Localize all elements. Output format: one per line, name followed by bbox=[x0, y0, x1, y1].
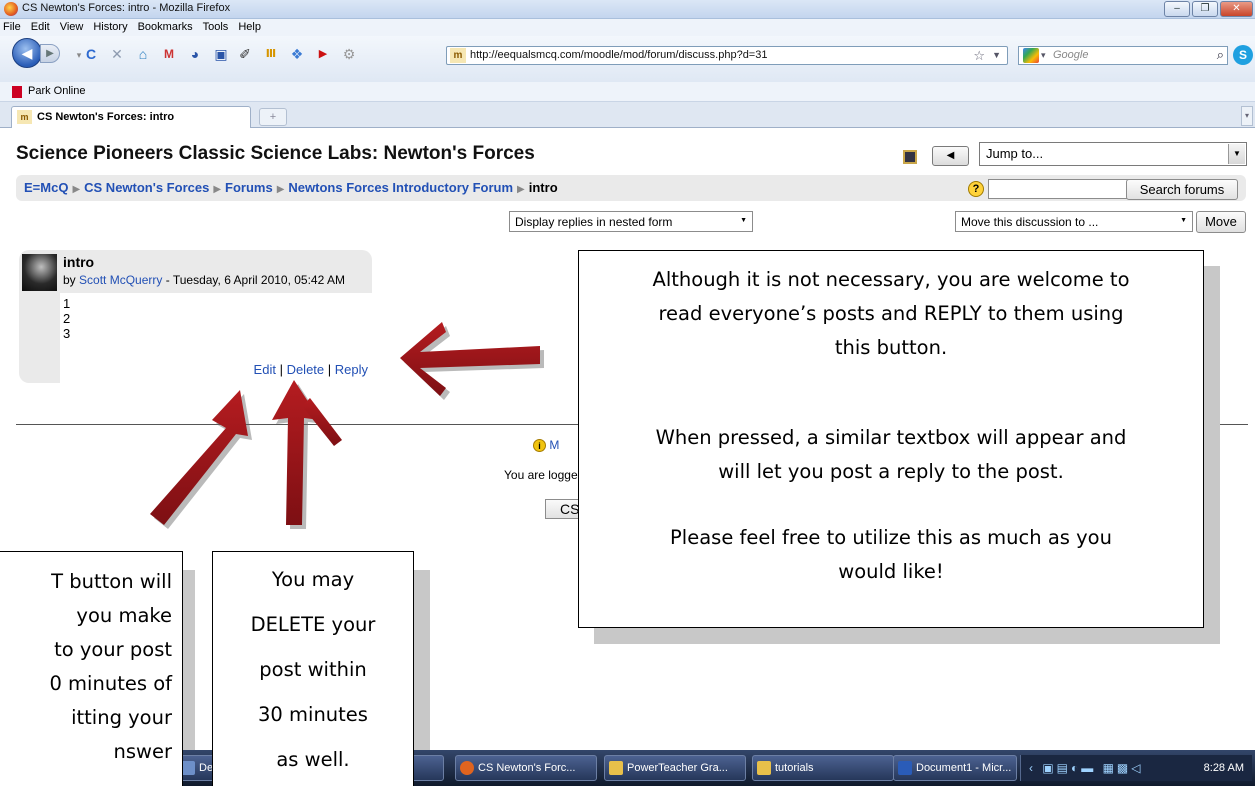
reply-callout-line: would like! bbox=[838, 560, 944, 583]
edit-callout-line: you make bbox=[76, 604, 172, 627]
folder-icon bbox=[757, 761, 771, 775]
taskbar-item-label: tutorials bbox=[775, 762, 814, 774]
edit-callout-line: itting your bbox=[71, 706, 172, 729]
delete-callout-line: You may bbox=[271, 568, 355, 591]
delete-callout-line: 30 minutes bbox=[258, 703, 368, 726]
reply-callout-line: will let you post a reply to the post. bbox=[718, 460, 1064, 483]
word-icon bbox=[898, 761, 912, 775]
windows-taskbar: Del CS Newton's Forc... PowerTeacher Gra… bbox=[0, 750, 1255, 786]
delete-callout: You may DELETE your post within 30 minut… bbox=[212, 551, 414, 786]
taskbar-item-powerteacher[interactable]: PowerTeacher Gra... bbox=[604, 755, 746, 781]
taskbar-item-label: PowerTeacher Gra... bbox=[627, 762, 728, 774]
powerteacher-icon bbox=[609, 761, 623, 775]
reply-callout-line: read everyone’s posts and REPLY to them … bbox=[658, 302, 1124, 325]
edit-callout: T button will you make to your post 0 mi… bbox=[0, 551, 183, 786]
delete-callout-line: DELETE your bbox=[250, 613, 376, 636]
reply-callout-line: When pressed, a similar textbox will app… bbox=[655, 426, 1127, 449]
delete-callout-line: post within bbox=[259, 658, 367, 681]
callout-shadow bbox=[183, 570, 195, 750]
reply-callout-line: Please feel free to utilize this as much… bbox=[670, 526, 1112, 549]
reply-callout-line: Although it is not necessary, you are we… bbox=[652, 268, 1130, 291]
taskbar-item-label: CS Newton's Forc... bbox=[478, 762, 576, 774]
taskbar-item-word[interactable]: Document1 - Micr... bbox=[893, 755, 1017, 781]
callout-shadow bbox=[414, 570, 430, 750]
taskbar-item-label: Document1 - Micr... bbox=[916, 762, 1012, 774]
edit-callout-line: nswer bbox=[113, 740, 172, 763]
taskbar-item-firefox[interactable]: CS Newton's Forc... bbox=[455, 755, 597, 781]
taskbar-app-icon bbox=[181, 761, 195, 775]
tray-icons[interactable]: ‹ ▣▤◐▬ ▦▩◁ bbox=[1029, 761, 1144, 775]
delete-callout-line: as well. bbox=[276, 748, 350, 771]
reply-callout-line: this button. bbox=[834, 336, 948, 359]
edit-callout-line: T button will bbox=[51, 570, 172, 593]
edit-callout-line: 0 minutes of bbox=[49, 672, 172, 695]
system-tray: ‹ ▣▤◐▬ ▦▩◁ 8:28 AM bbox=[1020, 755, 1252, 781]
clock: 8:28 AM bbox=[1203, 762, 1244, 774]
reply-callout: Although it is not necessary, you are we… bbox=[578, 250, 1204, 628]
edit-callout-line: to your post bbox=[54, 638, 172, 661]
firefox-icon bbox=[460, 761, 474, 775]
edit-arrow bbox=[150, 390, 252, 529]
taskbar-item-tutorials[interactable]: tutorials bbox=[752, 755, 894, 781]
reply-arrow bbox=[400, 322, 544, 400]
delete-arrow bbox=[272, 380, 324, 529]
